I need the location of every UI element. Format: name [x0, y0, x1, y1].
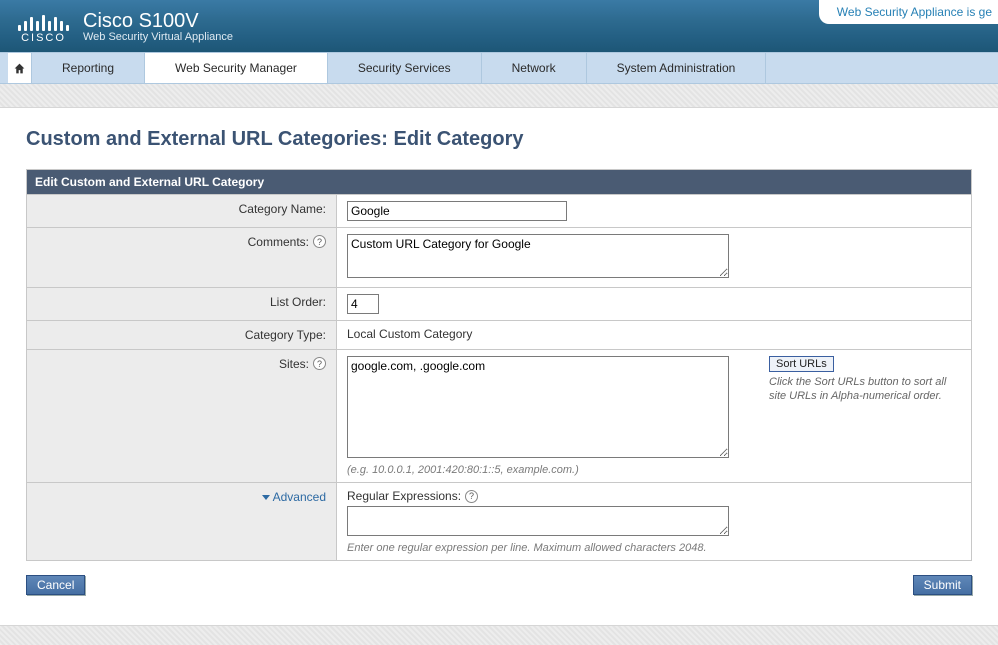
row-advanced: Advanced Regular Expressions: ? Enter on…: [27, 482, 971, 560]
row-list-order: List Order:: [27, 287, 971, 320]
panel-header: Edit Custom and External URL Category: [27, 170, 971, 194]
divider-strip: [0, 84, 998, 108]
advanced-toggle[interactable]: Advanced: [262, 490, 326, 504]
regex-hint: Enter one regular expression per line. M…: [347, 542, 961, 554]
help-icon[interactable]: ?: [465, 490, 478, 503]
top-banner: CISCO Cisco S100V Web Security Virtual A…: [0, 0, 998, 52]
sites-input[interactable]: google.com, .google.com: [347, 356, 729, 458]
nav-tab-web-security-manager[interactable]: Web Security Manager: [145, 53, 328, 83]
brand-text: Cisco S100V Web Security Virtual Applian…: [83, 10, 233, 43]
nav-tab-security-services[interactable]: Security Services: [328, 53, 482, 83]
button-row: Cancel Submit: [26, 575, 972, 595]
help-icon[interactable]: ?: [313, 357, 326, 370]
submit-button[interactable]: Submit: [913, 575, 972, 595]
home-icon: [13, 62, 26, 75]
sort-help-text: Click the Sort URLs button to sort all s…: [769, 376, 946, 402]
row-category-type: Category Type: Local Custom Category: [27, 320, 971, 349]
category-type-value: Local Custom Category: [347, 327, 472, 341]
list-order-input[interactable]: [347, 294, 379, 314]
sort-urls-button[interactable]: Sort URLs: [769, 356, 834, 372]
sort-help-box: Sort URLs Click the Sort URLs button to …: [769, 356, 959, 404]
comments-input[interactable]: Custom URL Category for Google: [347, 234, 729, 278]
advanced-label: Advanced: [273, 490, 326, 504]
nav-tab-reporting[interactable]: Reporting: [32, 53, 145, 83]
sites-hint: (e.g. 10.0.0.1, 2001:420:80:1::5, exampl…: [347, 464, 961, 476]
cisco-logo-text: CISCO: [21, 32, 66, 44]
regex-input[interactable]: [347, 506, 729, 536]
home-button[interactable]: [8, 53, 32, 83]
product-name: Cisco S100V: [83, 10, 233, 33]
page-body: Custom and External URL Categories: Edit…: [0, 108, 998, 625]
page-title: Custom and External URL Categories: Edit…: [26, 128, 972, 151]
main-nav: ReportingWeb Security ManagerSecurity Se…: [0, 52, 998, 84]
label-regex: Regular Expressions:: [347, 489, 461, 503]
label-comments: Comments:: [248, 235, 309, 249]
cancel-button[interactable]: Cancel: [26, 575, 85, 595]
appliance-status: Web Security Appliance is ge: [819, 0, 998, 24]
help-icon[interactable]: ?: [313, 235, 326, 248]
divider-strip-bottom: [0, 625, 998, 645]
row-comments: Comments: ? Custom URL Category for Goog…: [27, 227, 971, 287]
nav-tab-network[interactable]: Network: [482, 53, 587, 83]
label-category-type: Category Type:: [27, 321, 337, 349]
row-sites: Sites: ? google.com, .google.com (e.g. 1…: [27, 349, 971, 482]
label-list-order: List Order:: [27, 288, 337, 320]
cisco-logo: CISCO: [18, 9, 69, 44]
nav-tab-system-administration[interactable]: System Administration: [587, 53, 767, 83]
edit-category-panel: Edit Custom and External URL Category Ca…: [26, 169, 972, 561]
category-name-input[interactable]: [347, 201, 567, 221]
cisco-bars-icon: [18, 13, 69, 31]
row-category-name: Category Name:: [27, 194, 971, 227]
label-category-name: Category Name:: [27, 195, 337, 227]
chevron-down-icon: [262, 495, 270, 500]
label-sites: Sites:: [279, 357, 309, 371]
product-sub: Web Security Virtual Appliance: [83, 31, 233, 43]
